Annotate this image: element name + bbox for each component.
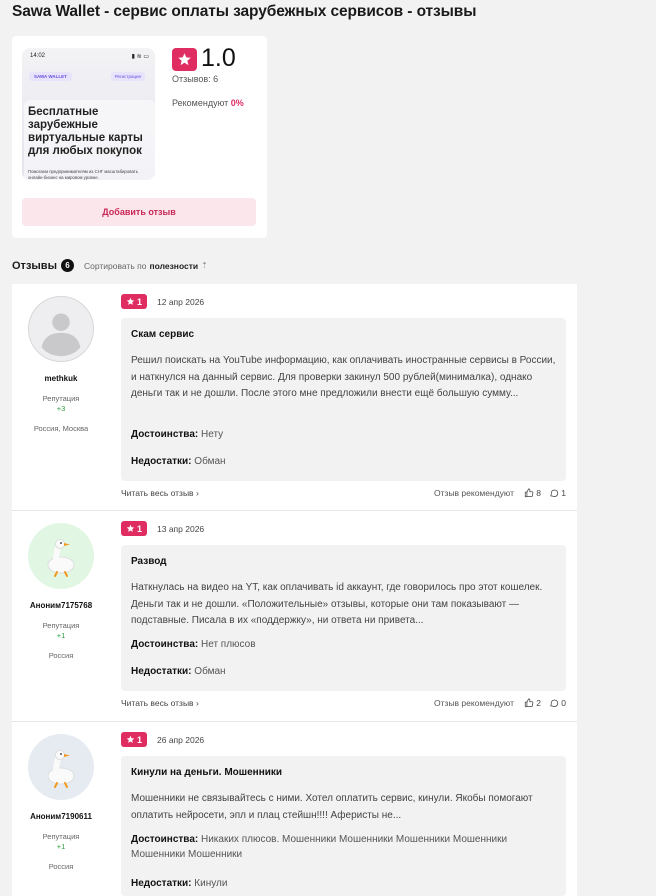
promo-image: 14:02 ▮ ≋ ▭ SAWA WALLET Регистрация Бесп… bbox=[22, 48, 155, 180]
review-title[interactable]: Скам сервис bbox=[131, 329, 194, 340]
rating-value: 1.0 bbox=[201, 44, 236, 72]
reputation-label: Репутация bbox=[42, 621, 80, 630]
star-icon bbox=[172, 48, 197, 71]
recommend-summary: Рекомендуют 0% bbox=[172, 98, 244, 108]
thumbs-up-icon bbox=[525, 488, 534, 498]
review-cons: Недостатки: Обман bbox=[131, 666, 226, 677]
status-icons: ▮ ≋ ▭ bbox=[131, 54, 149, 60]
reviews-count: Отзывов: 6 bbox=[172, 74, 219, 84]
likes-count: 2 bbox=[536, 698, 541, 708]
review-body[interactable]: Развод Наткнулась на видео на YT, как оп… bbox=[121, 545, 566, 691]
review-cons: Недостатки: Кинули bbox=[131, 878, 228, 889]
star-icon bbox=[126, 735, 135, 743]
avatar[interactable] bbox=[28, 523, 94, 589]
username[interactable]: Аноним7175768 bbox=[12, 601, 110, 610]
like-button[interactable]: 8 bbox=[524, 488, 541, 498]
promo-headline: Бесплатные зарубежные виртуальные карты … bbox=[28, 106, 143, 157]
review-pros: Достоинства: Нету bbox=[131, 429, 224, 440]
reputation-value: +1 bbox=[56, 842, 66, 851]
user-location: Россия bbox=[48, 651, 74, 660]
review-body[interactable]: Скам сервис Решил поискать на YouTube ин… bbox=[121, 318, 566, 481]
review-footer: Читать весь отзыв › Отзыв рекомендуют 8 … bbox=[121, 488, 566, 502]
sort-arrow-icon[interactable]: ⇡ bbox=[201, 261, 208, 270]
read-all-link[interactable]: Читать весь отзыв › bbox=[121, 698, 199, 708]
review-text: Наткнулась на видео на YT, как оплачиват… bbox=[131, 582, 543, 626]
username[interactable]: Аноним7190611 bbox=[12, 812, 110, 821]
reputation-value: +1 bbox=[56, 631, 66, 640]
rating-badge: 1 bbox=[121, 732, 147, 747]
recommend-label: Рекомендуют bbox=[172, 98, 229, 108]
recommend-text: Отзыв рекомендуют bbox=[434, 698, 514, 708]
add-review-button[interactable]: Добавить отзыв bbox=[22, 198, 256, 226]
star-icon bbox=[126, 524, 135, 532]
review-date: 26 апр 2026 bbox=[157, 735, 205, 745]
reviews-count-badge: 6 bbox=[60, 259, 74, 272]
rating-number: 1 bbox=[136, 296, 142, 307]
review-title[interactable]: Кинули на деньги. Мошенники bbox=[131, 767, 282, 778]
goose-icon bbox=[47, 750, 75, 788]
avatar[interactable] bbox=[28, 734, 94, 800]
reviews-title: Отзывы bbox=[12, 259, 57, 272]
promo-subtext: Помогаем предпринимателям из СНГ масштаб… bbox=[28, 169, 138, 180]
review-date: 13 апр 2026 bbox=[157, 524, 205, 534]
review-pros: Достоинства: Нет плюсов bbox=[131, 639, 256, 650]
review-card: Аноним7190611 Репутация +1 Россия 1 26 а… bbox=[12, 722, 577, 896]
chevron-right-icon: › bbox=[195, 488, 199, 498]
reputation-label: Репутация bbox=[42, 394, 80, 403]
review-date: 12 апр 2026 bbox=[157, 297, 205, 307]
goose-icon bbox=[47, 539, 75, 577]
promo-register-pill: Регистрация bbox=[110, 72, 145, 81]
star-icon bbox=[126, 297, 135, 305]
sort-label: Сортировать по bbox=[83, 260, 147, 271]
comments-count: 1 bbox=[561, 488, 566, 498]
recommend-percent: 0% bbox=[230, 98, 244, 108]
avatar[interactable] bbox=[28, 296, 94, 362]
comments-count: 0 bbox=[561, 698, 566, 708]
thumbs-up-icon bbox=[525, 698, 534, 708]
review-card: methkuk Репутация +3 Россия, Москва 1 12… bbox=[12, 284, 577, 511]
page-title: Sawa Wallet - сервис оплаты зарубежных с… bbox=[12, 3, 477, 20]
read-all-link[interactable]: Читать весь отзыв › bbox=[121, 488, 199, 498]
comments-button[interactable]: 1 bbox=[549, 488, 566, 498]
recommend-text: Отзыв рекомендуют bbox=[434, 488, 514, 498]
like-button[interactable]: 2 bbox=[524, 698, 541, 708]
review-text: Решил поискать на YouTube информацию, ка… bbox=[131, 355, 556, 399]
review-title[interactable]: Развод bbox=[131, 556, 167, 567]
sort-dropdown[interactable]: полезности bbox=[149, 261, 198, 271]
chevron-right-icon: › bbox=[195, 698, 199, 708]
review-footer: Читать весь отзыв › Отзыв рекомендуют 2 … bbox=[121, 698, 566, 712]
comment-icon bbox=[550, 489, 559, 497]
user-location: Россия, Москва bbox=[33, 424, 89, 433]
comments-button[interactable]: 0 bbox=[549, 698, 566, 708]
user-location: Россия bbox=[48, 862, 74, 871]
reviews-header: Отзывы 6 Сортировать по полезности ⇡ bbox=[12, 259, 208, 272]
summary-card: 14:02 ▮ ≋ ▭ SAWA WALLET Регистрация Бесп… bbox=[12, 36, 267, 238]
promo-logo: SAWA WALLET bbox=[29, 72, 72, 81]
review-text: Мошенники не связывайтесь с ними. Хотел … bbox=[131, 793, 533, 821]
review-pros: Достоинства: Никаких плюсов. Мошенники М… bbox=[131, 834, 508, 860]
rating-number: 1 bbox=[136, 734, 142, 745]
default-user-icon bbox=[41, 313, 81, 357]
rating-badge: 1 bbox=[121, 521, 147, 536]
status-time: 14:02 bbox=[30, 53, 46, 59]
rating-number: 1 bbox=[136, 523, 142, 534]
username[interactable]: methkuk bbox=[12, 374, 110, 383]
reputation-label: Репутация bbox=[42, 832, 80, 841]
review-cons: Недостатки: Обман bbox=[131, 456, 226, 467]
reputation-value: +3 bbox=[56, 404, 66, 413]
rating-badge: 1 bbox=[121, 294, 147, 309]
review-body[interactable]: Кинули на деньги. Мошенники Мошенники не… bbox=[121, 756, 566, 896]
comment-icon bbox=[550, 699, 559, 707]
review-card: Аноним7175768 Репутация +1 Россия 1 13 а… bbox=[12, 511, 577, 722]
likes-count: 8 bbox=[536, 488, 541, 498]
